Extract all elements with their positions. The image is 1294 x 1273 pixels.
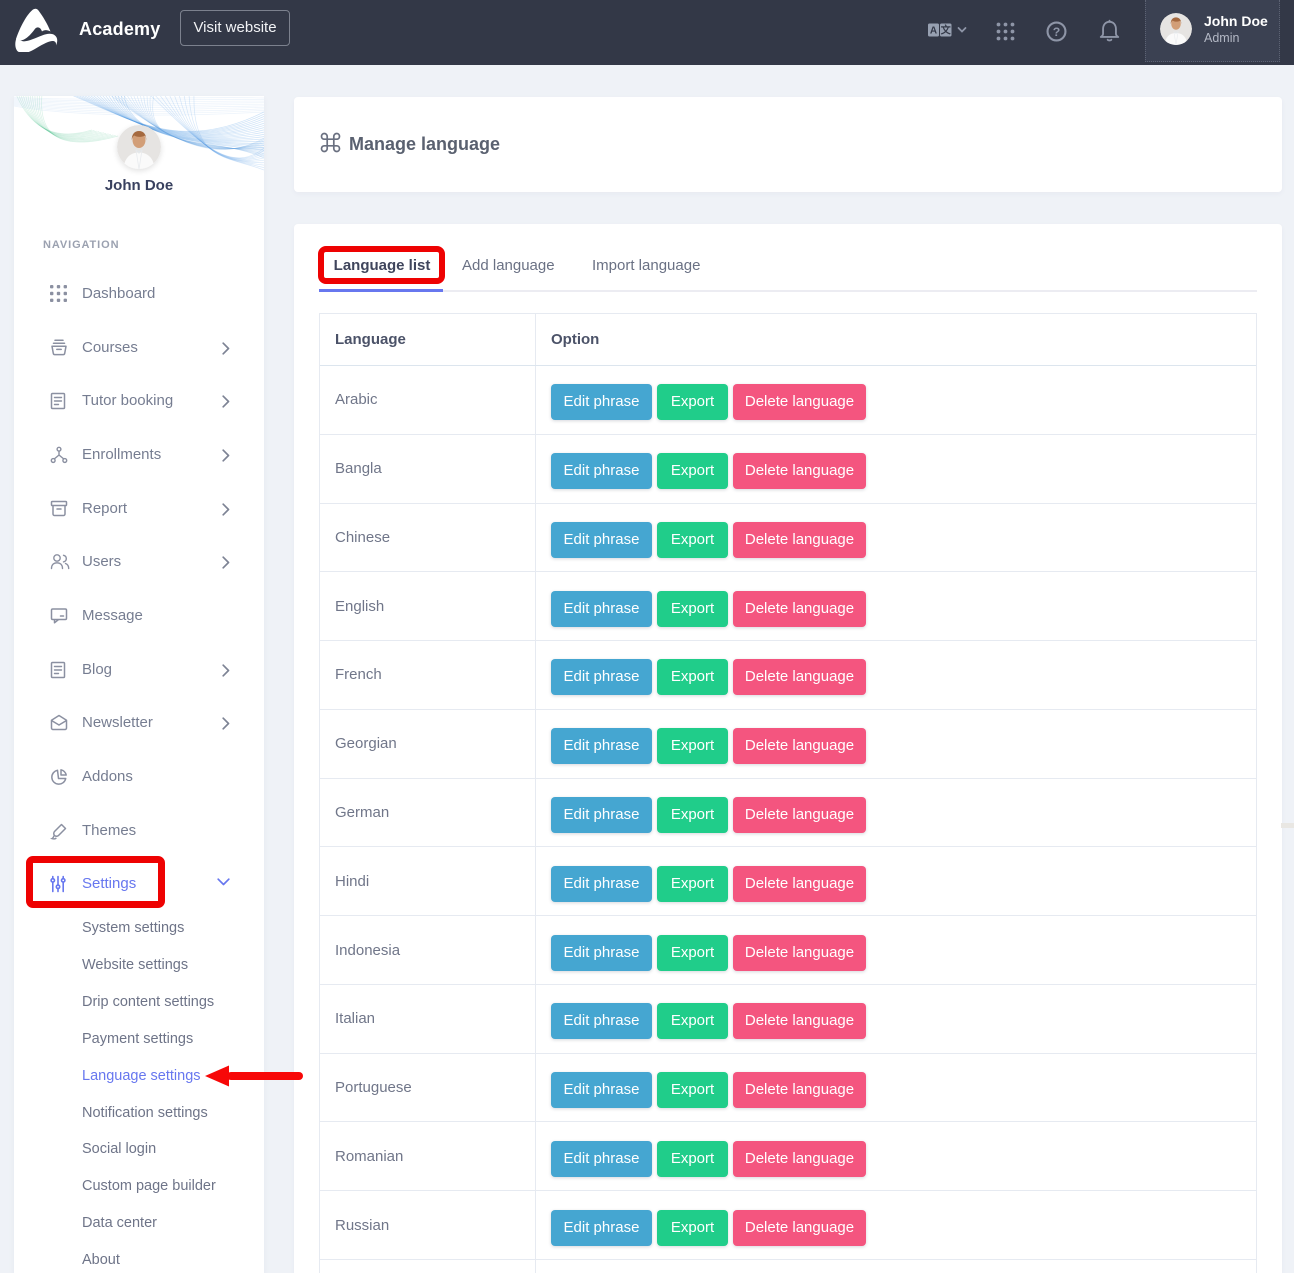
svg-text:A: A xyxy=(930,26,937,37)
svg-text:文: 文 xyxy=(941,24,952,37)
svg-text:?: ? xyxy=(1053,25,1061,39)
